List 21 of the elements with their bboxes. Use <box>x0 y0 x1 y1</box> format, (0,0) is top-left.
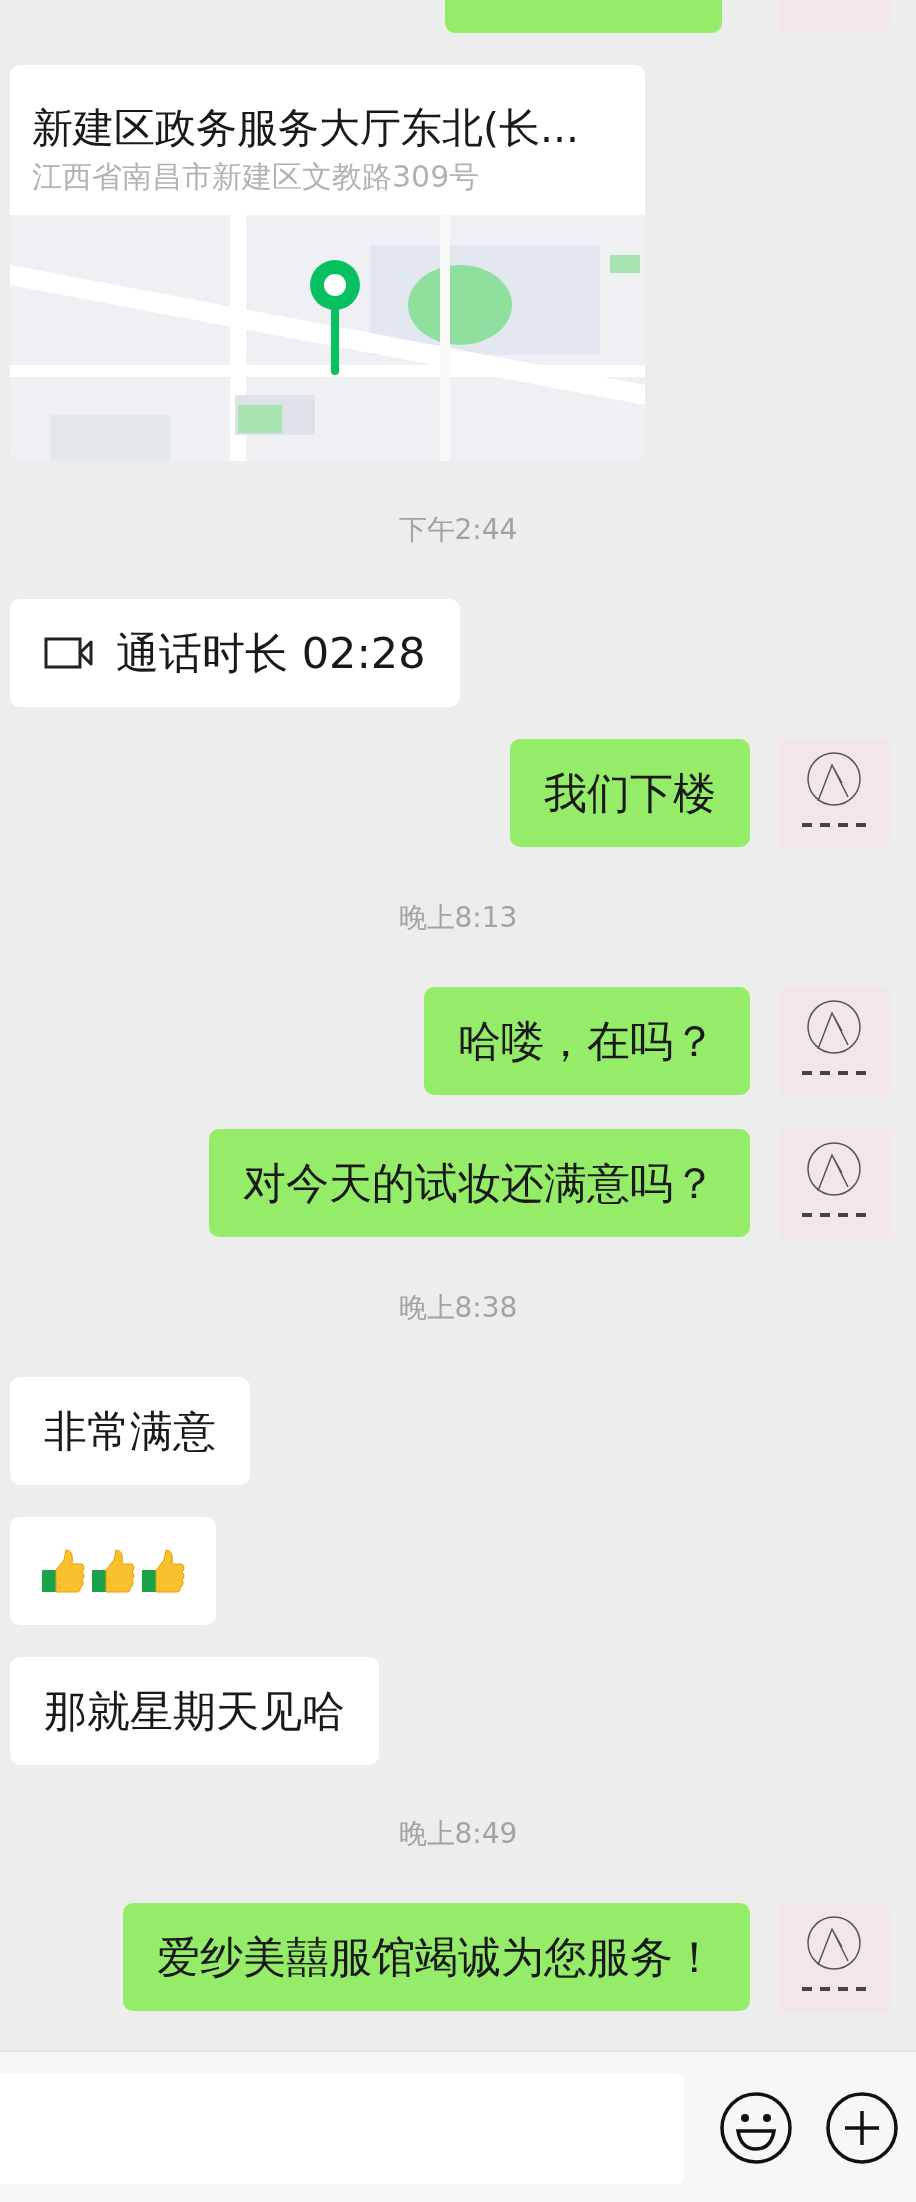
thumbs-up-icon <box>40 1548 86 1594</box>
emoji-icon <box>719 2091 793 2165</box>
location-address: 江西省南昌市新建区文教路309号 <box>32 159 481 195</box>
location-card[interactable]: 新建区政务服务大厅东北(长... 江西省南昌市新建区文教路309号 <box>10 65 645 461</box>
timestamp: 晚上8:13 <box>398 900 518 936</box>
message-bubble: 哈喽，在吗？ <box>424 987 750 1095</box>
thumbs-up-icon <box>90 1548 136 1594</box>
timestamp: 晚上8:49 <box>398 1816 518 1852</box>
message-bubble: 我们下楼 <box>510 739 750 847</box>
message-bubble: 非常满意 <box>10 1377 250 1485</box>
message-bubble: 对今天的试妆还满意吗？ <box>209 1129 750 1237</box>
emoji-button[interactable] <box>719 2091 793 2165</box>
add-icon <box>825 2091 899 2165</box>
timestamp: 下午2:44 <box>398 512 518 548</box>
message-bubble: 那就星期天见哈 <box>10 1657 379 1765</box>
message-bubble: 爱纱美囍服馆竭诚为您服务！ <box>123 1903 750 2011</box>
thumbs-up-icon <box>140 1548 186 1594</box>
call-record-bubble[interactable]: 通话时长 02:28 <box>10 599 460 707</box>
location-title: 新建区政务服务大厅东北(长... <box>32 103 581 153</box>
timestamp: 晚上8:38 <box>398 1290 518 1326</box>
more-button[interactable] <box>825 2091 899 2165</box>
